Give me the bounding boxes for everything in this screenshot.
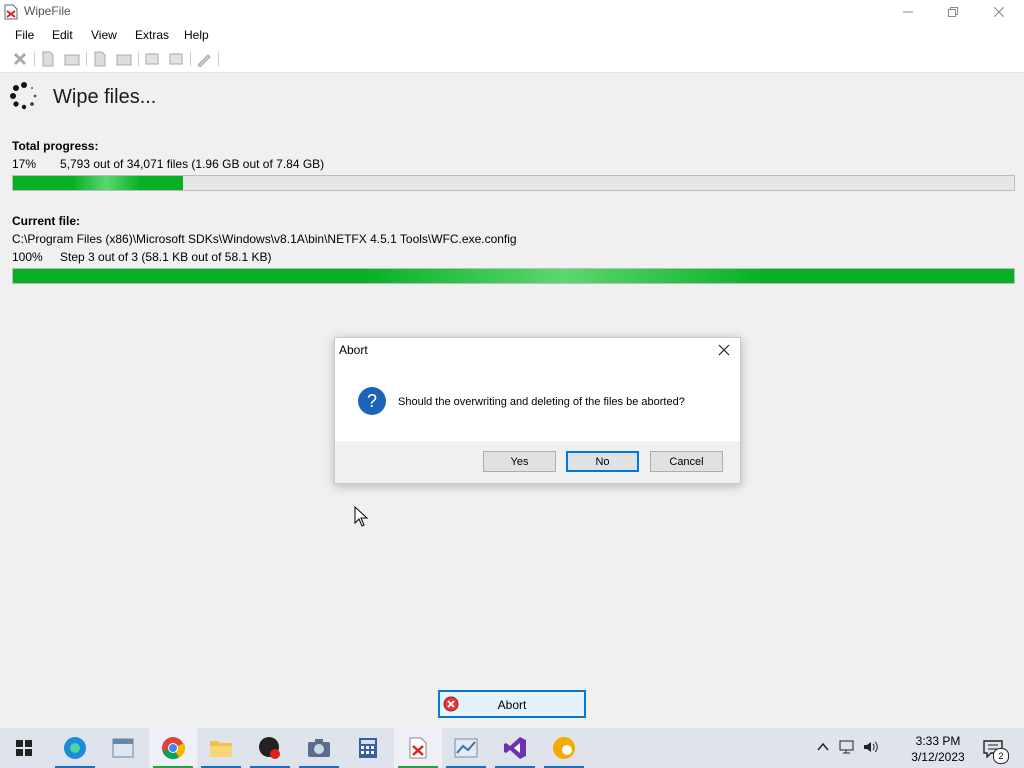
menu-view[interactable]: View bbox=[91, 28, 117, 42]
no-button[interactable]: No bbox=[566, 451, 639, 472]
question-icon: ? bbox=[358, 387, 386, 415]
menu-file[interactable]: File bbox=[15, 28, 34, 42]
abort-dialog: Abort ? Should the overwriting and delet… bbox=[334, 337, 741, 484]
file-explorer-icon bbox=[210, 741, 232, 757]
move-up-icon[interactable] bbox=[144, 51, 160, 67]
move-down-icon[interactable] bbox=[168, 51, 184, 67]
total-details: 5,793 out of 34,071 files (1.96 GB out o… bbox=[60, 157, 325, 171]
restore-button[interactable] bbox=[930, 0, 976, 24]
total-progress-fill bbox=[13, 176, 184, 190]
total-progress-bar bbox=[12, 175, 1015, 191]
menu-bar: File Edit View Extras Help bbox=[0, 24, 1024, 46]
page-heading: Wipe files... bbox=[53, 86, 157, 108]
loading-spinner-icon bbox=[10, 82, 37, 110]
taskbar-media-app[interactable] bbox=[246, 728, 294, 768]
start-icon bbox=[16, 740, 32, 756]
notification-count-badge: 2 bbox=[993, 748, 1009, 764]
network-icon[interactable] bbox=[838, 738, 856, 756]
show-hidden-icons-icon[interactable] bbox=[814, 738, 832, 756]
taskbar-camera[interactable] bbox=[295, 728, 343, 768]
current-percent: 100% bbox=[12, 250, 43, 264]
close-icon bbox=[994, 7, 1004, 17]
system-clock[interactable]: 3:33 PM 3/12/2023 bbox=[900, 733, 976, 765]
abort-button-label: Abort bbox=[497, 698, 527, 712]
remove-file-icon[interactable] bbox=[92, 51, 108, 67]
taskbar-wipefile[interactable] bbox=[394, 728, 442, 768]
taskbar-window-app[interactable] bbox=[99, 728, 147, 768]
media-app-icon bbox=[259, 737, 280, 759]
mouse-cursor-icon bbox=[354, 506, 369, 527]
add-folder-icon[interactable] bbox=[64, 51, 80, 67]
taskbar-edge[interactable] bbox=[51, 728, 99, 768]
current-file-path: C:\Program Files (x86)\Microsoft SDKs\Wi… bbox=[12, 232, 517, 246]
calculator-icon bbox=[359, 738, 377, 758]
menu-edit[interactable]: Edit bbox=[52, 28, 73, 42]
edge-icon bbox=[64, 737, 86, 759]
abort-button[interactable]: Abort bbox=[438, 690, 586, 718]
menu-extras[interactable]: Extras bbox=[135, 28, 169, 42]
edit-pencil-icon[interactable] bbox=[196, 51, 212, 67]
total-percent: 17% bbox=[12, 157, 37, 171]
window-title: WipeFile bbox=[24, 4, 71, 18]
taskbar-calculator[interactable] bbox=[344, 728, 392, 768]
current-progress-fill bbox=[13, 269, 1014, 283]
clock-time: 3:33 PM bbox=[915, 734, 961, 748]
svg-text:?: ? bbox=[367, 391, 377, 411]
title-bar: WipeFile bbox=[0, 0, 1024, 24]
camera-icon bbox=[308, 739, 330, 757]
taskbar-visual-studio[interactable] bbox=[491, 728, 539, 768]
current-progress-bar bbox=[12, 268, 1015, 284]
remove-all-icon[interactable] bbox=[116, 51, 132, 67]
start-button[interactable] bbox=[0, 728, 48, 768]
close-button[interactable] bbox=[976, 0, 1022, 24]
visual-studio-icon bbox=[504, 737, 526, 759]
cancel-button[interactable]: Cancel bbox=[650, 451, 723, 472]
taskbar-charts-app[interactable] bbox=[442, 728, 490, 768]
minimize-icon bbox=[903, 11, 913, 13]
window-app-icon bbox=[112, 738, 134, 758]
total-progress-label: Total progress: bbox=[12, 139, 99, 153]
wipefile-app-icon bbox=[4, 4, 18, 20]
toolbar bbox=[0, 46, 1024, 73]
taskbar-canary-browser[interactable] bbox=[540, 728, 588, 768]
current-details: Step 3 out of 3 (58.1 KB out of 58.1 KB) bbox=[60, 250, 272, 264]
charts-app-icon bbox=[454, 738, 478, 758]
taskbar-chrome[interactable] bbox=[149, 728, 197, 768]
dialog-message: Should the overwriting and deleting of t… bbox=[398, 396, 685, 408]
restore-icon bbox=[948, 7, 958, 17]
current-file-label: Current file: bbox=[12, 214, 81, 228]
menu-help[interactable]: Help bbox=[184, 28, 209, 42]
notification-center-button[interactable]: 2 bbox=[983, 740, 1009, 764]
chrome-icon bbox=[162, 737, 186, 760]
taskbar-file-explorer[interactable] bbox=[197, 728, 245, 768]
yes-button[interactable]: Yes bbox=[483, 451, 556, 472]
canary-browser-icon bbox=[553, 737, 575, 759]
add-file-icon[interactable] bbox=[40, 51, 56, 67]
clock-date: 3/12/2023 bbox=[911, 750, 965, 764]
dialog-close-icon[interactable] bbox=[716, 342, 732, 358]
wipefile-icon bbox=[409, 737, 427, 759]
dialog-title: Abort bbox=[339, 343, 368, 357]
volume-icon[interactable] bbox=[862, 738, 880, 756]
delete-icon[interactable] bbox=[12, 51, 28, 67]
minimize-button[interactable] bbox=[885, 0, 931, 24]
